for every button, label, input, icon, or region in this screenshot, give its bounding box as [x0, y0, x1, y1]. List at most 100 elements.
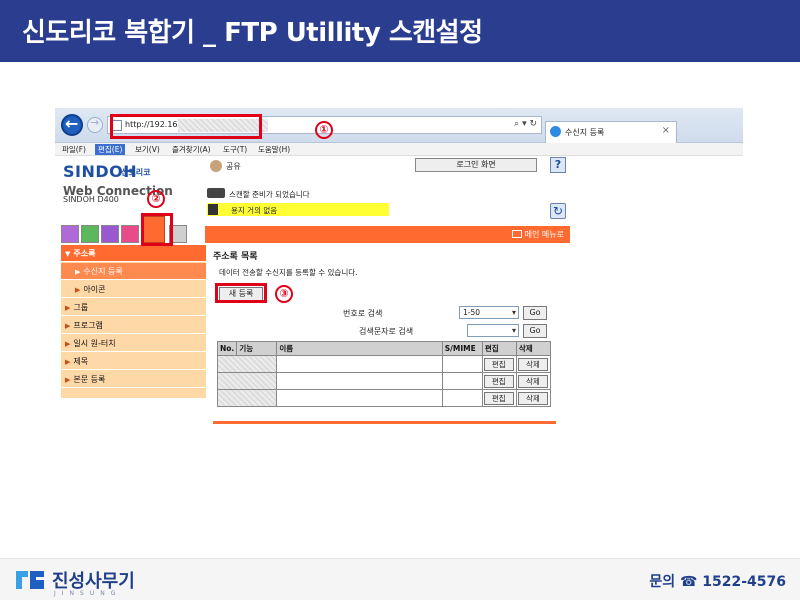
col-delete: 삭제: [515, 341, 552, 356]
paper-warning-icon: [208, 204, 218, 215]
highlight-store-address-tab: [141, 213, 173, 246]
brand-logo-kr: 신도리코: [121, 168, 151, 177]
search-by-number-label: 번호로 검색: [343, 309, 383, 318]
tab-close-icon[interactable]: ×: [662, 125, 670, 136]
menu-body-text[interactable]: ▶ 본문 등록: [61, 371, 206, 388]
smime-cell: [441, 355, 483, 373]
col-no: No.: [216, 341, 238, 356]
menu-tools[interactable]: 도구(T): [220, 144, 250, 155]
delete-cell: 삭제: [515, 355, 552, 373]
delete-cell: 삭제: [515, 372, 552, 390]
footer: 진성사무기 JINSUNG 문의 ☎ 1522-4576: [0, 558, 800, 600]
slide-title: 신도리코 복합기 _ FTP Utillity 스캔설정: [22, 18, 483, 48]
delete-button[interactable]: 삭제: [517, 391, 548, 405]
edit-button[interactable]: 편집: [483, 374, 514, 388]
search-by-char-label: 검색문자로 검색: [359, 327, 414, 336]
model-name: SINDOH D400: [63, 195, 119, 204]
col-name: 이름: [276, 341, 443, 356]
name-cell: [276, 355, 443, 373]
menu-subject[interactable]: ▶ 제목: [61, 353, 206, 370]
status-ready: 스캔할 준비가 되었습니다: [207, 188, 447, 200]
menu-help[interactable]: 도움말(H): [255, 144, 293, 155]
annotation-3: ③: [275, 285, 293, 303]
status-warning: 용지 거의 없음: [207, 203, 389, 216]
content-bottom-line: [213, 421, 556, 424]
menu-icon: [511, 230, 522, 238]
content-title: 주소록 목록: [213, 252, 258, 262]
slide: 신도리코 복합기 _ FTP Utillity 스캔설정 http://192.…: [0, 0, 800, 600]
menu-icon-item[interactable]: ▶ 아이콘: [61, 281, 206, 298]
browser-tab[interactable]: 수신지 등록 ×: [545, 121, 677, 143]
refresh-icon[interactable]: ↻: [550, 203, 566, 219]
ie-icon: [550, 126, 561, 137]
status-ready-text: 스캔할 준비가 되었습니다: [229, 190, 310, 199]
main-menu-label: 메인 메뉴로: [524, 230, 564, 239]
status-warning-text: 용지 거의 없음: [231, 206, 278, 215]
menu-one-touch[interactable]: ▶ 일시 원-터치: [61, 335, 206, 352]
table-header-row: No. 기능 이름 S/MIME 편집 삭제: [216, 341, 552, 356]
menu-edit[interactable]: 편집(E): [95, 144, 126, 155]
smime-cell: [441, 389, 483, 407]
annotation-1: ①: [315, 121, 333, 139]
tab-box-icon[interactable]: [101, 225, 119, 243]
highlight-address-bar: [110, 114, 262, 139]
edit-cell: 편집: [481, 355, 517, 373]
name-cell: [276, 389, 443, 407]
user-label: 공유: [226, 162, 241, 171]
menu-favorites[interactable]: 즐겨찾기(A): [169, 144, 214, 155]
masked-cell: [216, 389, 278, 407]
delete-button[interactable]: 삭제: [517, 374, 548, 388]
table-row: 편집 삭제: [216, 389, 552, 407]
go-char-button[interactable]: Go: [523, 324, 547, 338]
char-select[interactable]: [467, 324, 519, 337]
tab-label: 수신지 등록: [565, 128, 605, 137]
screenshot-frame: http://192.168. ⌕ ▾ ↻ 수신지 등록 × 파일(F) 편집(…: [55, 108, 743, 516]
edit-cell: 편집: [481, 389, 517, 407]
masked-cell: [216, 355, 278, 373]
tab-print-icon[interactable]: [121, 225, 139, 243]
edit-cell: 편집: [481, 372, 517, 390]
contact-info: 문의 ☎ 1522-4576: [649, 574, 786, 590]
brand-area: SINDOH 신도리코 Web Connection SINDOH D400: [63, 162, 203, 208]
title-bar: 신도리코 복합기 _ FTP Utillity 스캔설정: [0, 0, 800, 62]
url-controls[interactable]: ⌕ ▾ ↻: [514, 119, 537, 129]
company-name-sub: JINSUNG: [54, 590, 122, 597]
delete-button[interactable]: 삭제: [517, 357, 548, 371]
delete-cell: 삭제: [515, 389, 552, 407]
scanner-icon: [207, 188, 225, 198]
help-icon[interactable]: ?: [550, 157, 566, 173]
address-table: No. 기능 이름 S/MIME 편집 삭제 편집 삭제 편집 삭제 편집 삭제: [216, 341, 552, 407]
col-smime: S/MIME: [441, 341, 483, 356]
tab-info-icon[interactable]: [61, 225, 79, 243]
menu-group[interactable]: ▶ 그룹: [61, 299, 206, 316]
user-icon: [210, 160, 222, 172]
menu-program[interactable]: ▶ 프로그램: [61, 317, 206, 334]
content-description: 데이터 전송할 수신지를 등록할 수 있습니다.: [219, 268, 358, 277]
col-edit: 편집: [481, 341, 517, 356]
number-range-select[interactable]: 1-50: [459, 306, 519, 319]
orange-header-bar: 메인 메뉴로: [205, 226, 570, 243]
col-function: 기능: [236, 341, 278, 356]
user-area: 공유: [210, 160, 420, 174]
edit-button[interactable]: 편집: [483, 357, 514, 371]
menu-address-book[interactable]: ▼ 주소록: [61, 245, 206, 262]
menu-file[interactable]: 파일(F): [59, 144, 89, 155]
main-menu-link[interactable]: 메인 메뉴로: [511, 229, 564, 240]
login-button[interactable]: 로그인 화면: [415, 158, 537, 172]
menu-register-destination[interactable]: ▶ 수신지 등록: [61, 263, 206, 280]
back-button[interactable]: [61, 114, 83, 136]
table-row: 편집 삭제: [216, 355, 552, 373]
left-menu: ▼ 주소록 ▶ 수신지 등록 ▶ 아이콘 ▶ 그룹 ▶ 프로그램 ▶ 일시 원-터치 ▶ 제목…: [61, 245, 206, 398]
tab-job-icon[interactable]: [81, 225, 99, 243]
go-number-button[interactable]: Go: [523, 306, 547, 320]
browser-menu-bar: 파일(F) 편집(E) 보기(V) 즐겨찾기(A) 도구(T) 도움말(H): [55, 143, 743, 156]
table-row: 편집 삭제: [216, 372, 552, 390]
forward-button[interactable]: [87, 116, 103, 133]
highlight-new-button: [215, 283, 267, 303]
company-logo-icon: [16, 571, 44, 589]
smime-cell: [441, 372, 483, 390]
masked-cell: [216, 372, 278, 390]
menu-view[interactable]: 보기(V): [132, 144, 163, 155]
edit-button[interactable]: 편집: [483, 391, 514, 405]
annotation-2: ②: [147, 190, 165, 208]
